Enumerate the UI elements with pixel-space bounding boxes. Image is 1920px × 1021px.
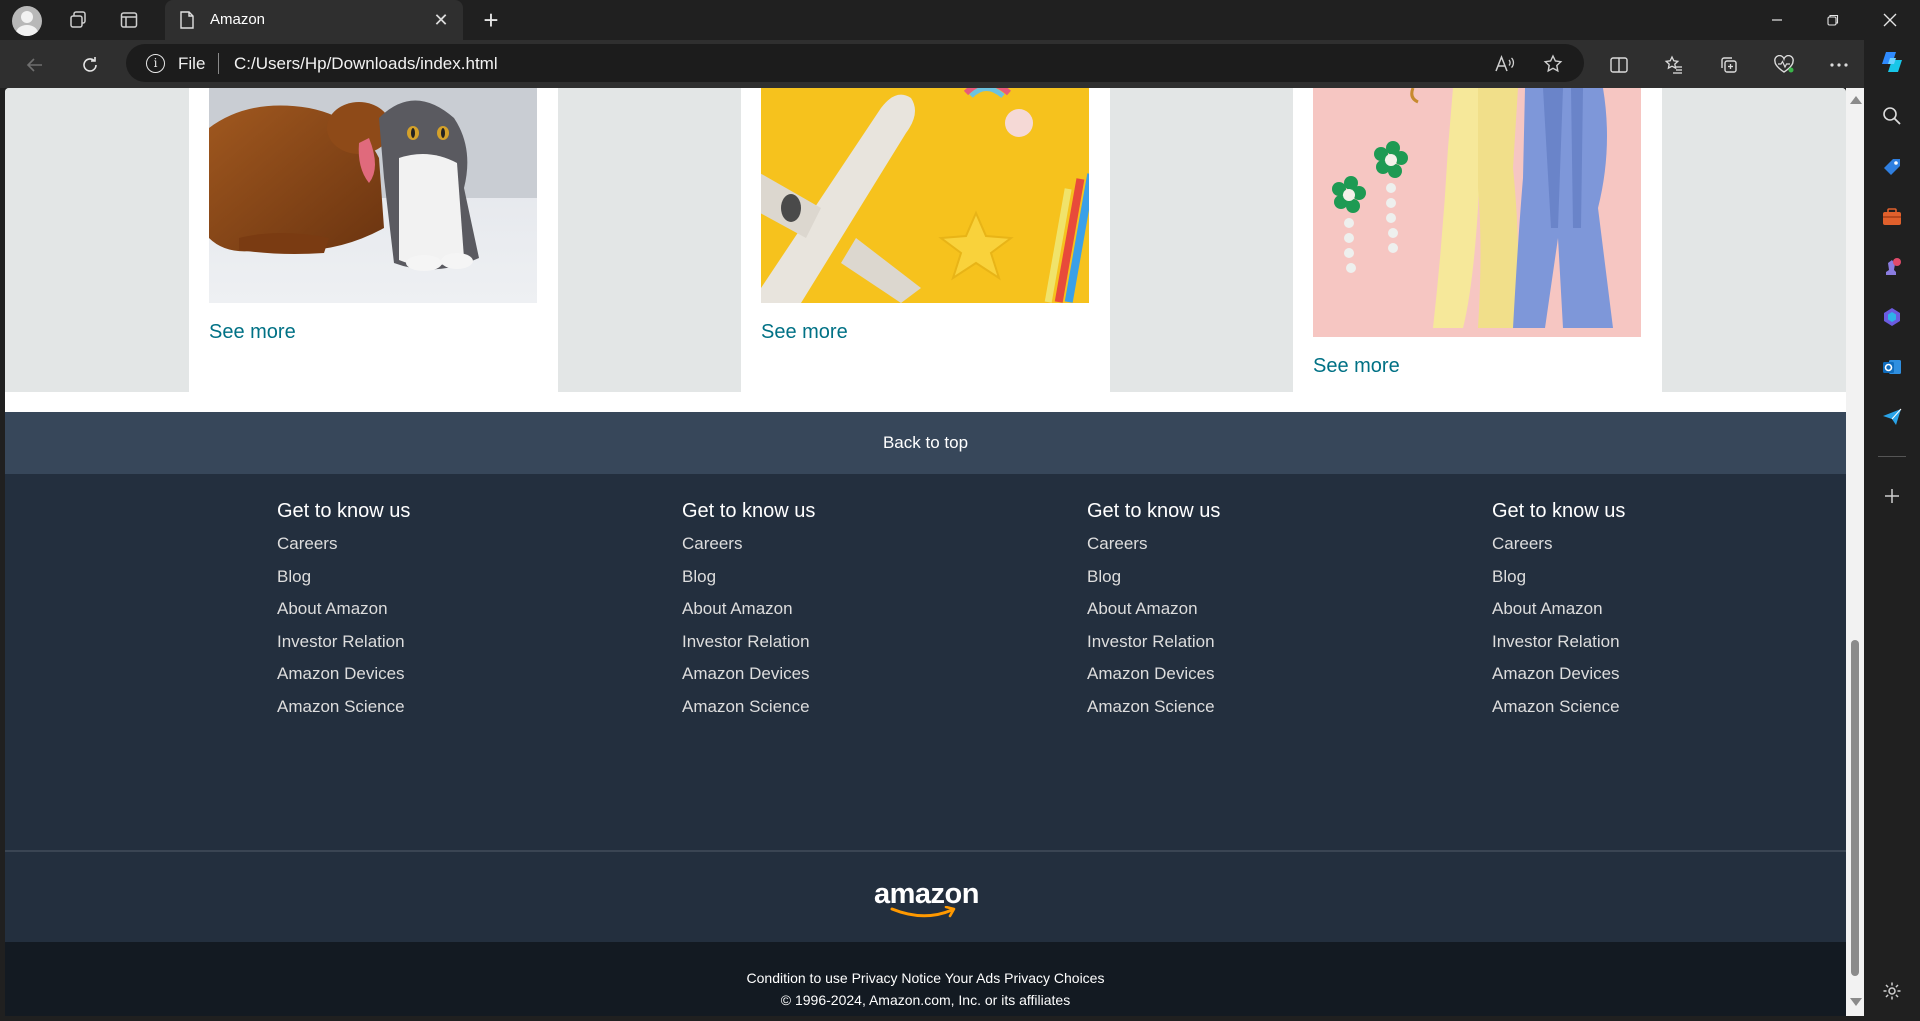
- page-icon: [180, 11, 194, 29]
- card-image-fashion[interactable]: [1313, 88, 1641, 337]
- profile-avatar[interactable]: [12, 6, 42, 36]
- back-to-top-button[interactable]: Back to top: [5, 412, 1846, 474]
- outlook-icon[interactable]: [1878, 353, 1906, 381]
- scroll-down-arrow-icon[interactable]: [1850, 998, 1862, 1006]
- back-icon[interactable]: [19, 49, 51, 81]
- footer-link-investor-relation[interactable]: Investor Relation: [1087, 631, 1387, 664]
- site-info-icon[interactable]: i: [146, 54, 165, 73]
- footer-legal-links[interactable]: Condition to use Privacy Notice Your Ads…: [5, 970, 1846, 986]
- product-cards-row: See more See more See more: [5, 88, 1846, 392]
- footer-link-about-amazon[interactable]: About Amazon: [277, 598, 577, 631]
- tab-close-icon[interactable]: ✕: [429, 8, 453, 32]
- minimize-icon[interactable]: [1753, 0, 1801, 40]
- scroll-up-arrow-icon[interactable]: [1850, 96, 1862, 104]
- split-screen-icon[interactable]: [1603, 49, 1635, 81]
- footer-column: Get to know us Careers Blog About Amazon…: [1087, 500, 1387, 728]
- amazon-page: See more See more See more Back to top G…: [5, 88, 1846, 1016]
- scheme-label: File: [178, 54, 206, 73]
- new-tab-icon[interactable]: +: [476, 6, 506, 36]
- tools-briefcase-icon[interactable]: [1878, 203, 1906, 231]
- footer-column-title: Get to know us: [277, 500, 411, 522]
- scroll-thumb[interactable]: [1851, 640, 1859, 976]
- footer-link-blog[interactable]: Blog: [1087, 566, 1387, 599]
- footer-link-about-amazon[interactable]: About Amazon: [1492, 598, 1792, 631]
- footer-column-title: Get to know us: [682, 500, 816, 522]
- sidebar-search-icon[interactable]: [1878, 102, 1906, 130]
- footer-link-investor-relation[interactable]: Investor Relation: [277, 631, 577, 664]
- read-aloud-icon[interactable]: [1492, 51, 1518, 77]
- url-text[interactable]: C:/Users/Hp/Downloads/index.html: [234, 54, 498, 74]
- footer-column: Get to know us Careers Blog About Amazon…: [682, 500, 982, 728]
- amazon-logo[interactable]: amazon: [874, 878, 984, 918]
- footer-link-investor-relation[interactable]: Investor Relation: [682, 631, 982, 664]
- collections-icon[interactable]: [1713, 49, 1745, 81]
- footer-link-about-amazon[interactable]: About Amazon: [1087, 598, 1387, 631]
- shopping-tag-icon[interactable]: [1878, 153, 1906, 181]
- footer-link-careers[interactable]: Careers: [682, 533, 982, 566]
- microsoft-365-icon[interactable]: [1878, 303, 1906, 331]
- footer-logo-band: amazon: [5, 852, 1846, 942]
- refresh-icon[interactable]: [74, 49, 106, 81]
- edge-sidebar: [1864, 40, 1920, 1021]
- copyright-text: © 1996-2024, Amazon.com, Inc. or its aff…: [780, 992, 1071, 1008]
- restore-icon[interactable]: [1809, 0, 1857, 40]
- footer-column-title: Get to know us: [1087, 500, 1221, 522]
- footer-link-blog[interactable]: Blog: [1492, 566, 1792, 599]
- tab-strip: Amazon ✕ +: [0, 0, 1920, 40]
- footer-link-investor-relation[interactable]: Investor Relation: [1492, 631, 1792, 664]
- workspaces-icon[interactable]: [63, 5, 93, 35]
- card-see-more-link[interactable]: See more: [209, 321, 296, 344]
- footer-link-amazon-science[interactable]: Amazon Science: [277, 696, 577, 729]
- vertical-tabs-icon[interactable]: [114, 5, 144, 35]
- amazon-smile-icon: [890, 906, 956, 918]
- card-see-more-link[interactable]: See more: [1313, 355, 1400, 378]
- card-image-toys[interactable]: [761, 88, 1089, 303]
- footer-column-title: Get to know us: [1492, 500, 1626, 522]
- footer-link-amazon-devices[interactable]: Amazon Devices: [682, 663, 982, 696]
- card-image-pets[interactable]: [209, 88, 537, 303]
- footer-link-careers[interactable]: Careers: [1087, 533, 1387, 566]
- footer-column: Get to know us Careers Blog About Amazon…: [1492, 500, 1792, 728]
- footer-link-amazon-science[interactable]: Amazon Science: [1087, 696, 1387, 729]
- page-scrollbar[interactable]: [1846, 88, 1864, 1016]
- tab-title: Amazon: [210, 11, 266, 28]
- footer-links-section: Get to know us Careers Blog About Amazon…: [5, 474, 1846, 852]
- page-gap: [5, 392, 1846, 412]
- add-sidebar-app-icon[interactable]: [1878, 482, 1906, 510]
- card-see-more-link[interactable]: See more: [761, 321, 848, 344]
- send-icon[interactable]: [1878, 403, 1906, 431]
- address-separator: [218, 53, 219, 74]
- footer-link-amazon-science[interactable]: Amazon Science: [682, 696, 982, 729]
- favorites-icon[interactable]: [1658, 49, 1690, 81]
- footer-link-careers[interactable]: Careers: [277, 533, 577, 566]
- favorite-star-icon[interactable]: [1540, 51, 1566, 77]
- footer-link-amazon-devices[interactable]: Amazon Devices: [1492, 663, 1792, 696]
- card-toys: See more: [741, 88, 1110, 392]
- footer-link-amazon-devices[interactable]: Amazon Devices: [1087, 663, 1387, 696]
- footer-link-about-amazon[interactable]: About Amazon: [682, 598, 982, 631]
- sidebar-separator: [1878, 456, 1906, 457]
- footer-bottom-band: Condition to use Privacy Notice Your Ads…: [5, 942, 1846, 1016]
- card-pets: See more: [189, 88, 558, 392]
- close-window-icon[interactable]: [1866, 0, 1914, 40]
- card-fashion: See more: [1293, 88, 1662, 392]
- footer-column: Get to know us Careers Blog About Amazon…: [277, 500, 577, 728]
- footer-link-blog[interactable]: Blog: [682, 566, 982, 599]
- footer-link-amazon-science[interactable]: Amazon Science: [1492, 696, 1792, 729]
- footer-link-amazon-devices[interactable]: Amazon Devices: [277, 663, 577, 696]
- footer-link-careers[interactable]: Careers: [1492, 533, 1792, 566]
- more-options-icon[interactable]: [1823, 49, 1855, 81]
- browser-toolbar: i File C:/Users/Hp/Downloads/index.html: [0, 40, 1920, 88]
- browser-window: Amazon ✕ + i File C:/Users/Hp/Downloads/…: [0, 0, 1920, 1021]
- tab-amazon[interactable]: Amazon ✕: [165, 0, 463, 40]
- address-bar[interactable]: i File C:/Users/Hp/Downloads/index.html: [126, 44, 1584, 82]
- browser-essentials-icon[interactable]: [1768, 49, 1800, 81]
- sidebar-settings-gear-icon[interactable]: [1878, 977, 1906, 1005]
- copilot-icon[interactable]: [1878, 48, 1906, 76]
- footer-link-blog[interactable]: Blog: [277, 566, 577, 599]
- games-icon[interactable]: [1878, 253, 1906, 281]
- page-viewport: See more See more See more Back to top G…: [5, 88, 1846, 1016]
